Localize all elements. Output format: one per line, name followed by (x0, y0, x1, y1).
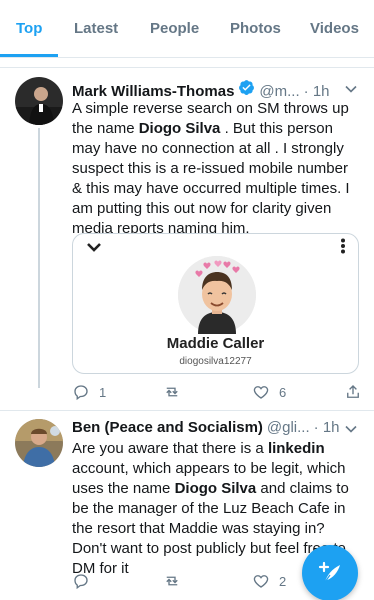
retweet-button[interactable] (163, 383, 190, 401)
divider (0, 410, 374, 411)
author-handle[interactable]: @m... (259, 83, 299, 100)
avatar[interactable] (15, 77, 63, 125)
card-title: Maddie Caller (166, 335, 265, 352)
active-tab-indicator (0, 54, 58, 57)
tab-videos[interactable]: Videos (310, 20, 359, 37)
like-button[interactable]: 2 (252, 572, 286, 590)
tweet-text-part: Are you aware that there is a (72, 440, 268, 457)
author-name[interactable]: Ben (Peace and Socialism) (72, 419, 263, 436)
share-icon (347, 385, 359, 398)
heart-icon (253, 386, 269, 399)
tweet-header: Ben (Peace and Socialism) @gli... · 1h (72, 419, 340, 436)
chevron-down-icon[interactable] (86, 240, 102, 258)
tweet-header: Mark Williams-Thomas @m... · 1h (72, 79, 330, 100)
reply-button[interactable] (72, 572, 99, 590)
like-count: 2 (279, 573, 287, 589)
retweet-icon (166, 387, 178, 397)
retweet-button[interactable] (163, 572, 190, 590)
highlighted-term: linkedin (267, 440, 325, 457)
retweet-icon (166, 576, 178, 586)
reply-icon (74, 385, 88, 401)
compose-tweet-icon (318, 561, 340, 583)
author-name[interactable]: Mark Williams-Thomas (72, 83, 234, 100)
share-button[interactable] (344, 383, 362, 401)
chevron-down-icon[interactable] (344, 422, 358, 436)
reply-button[interactable]: 1 (72, 383, 106, 401)
highlighted-term: Diogo Silva (174, 480, 257, 497)
highlighted-term: Diogo Silva (138, 120, 221, 137)
tab-latest[interactable]: Latest (74, 20, 118, 37)
reply-count: 1 (99, 384, 107, 400)
more-options-icon[interactable] (340, 238, 346, 254)
like-button[interactable]: 6 (252, 383, 286, 401)
tweet-time: · 1h (303, 83, 330, 100)
tweet-actions: 1 6 (72, 383, 362, 403)
avatar[interactable] (15, 419, 63, 467)
tab-top[interactable]: Top (16, 20, 42, 37)
chevron-down-icon[interactable] (344, 82, 358, 96)
tweet-text: A simple reverse search on SM throws up … (72, 99, 362, 239)
verified-badge-icon (238, 79, 255, 96)
bitmoji-avatar (178, 256, 256, 334)
divider (0, 67, 374, 68)
like-count: 6 (279, 384, 287, 400)
tab-people[interactable]: People (150, 20, 199, 37)
tweet-text-part: . But this person may have no connection… (72, 120, 350, 237)
search-tabs: Top Latest People Photos Videos (0, 0, 374, 58)
heart-icon (253, 575, 269, 588)
card-subtitle: diogosilva12277 (179, 356, 252, 367)
compose-tweet-button[interactable] (302, 545, 358, 600)
tweet-time: · 1h (313, 419, 340, 436)
thread-line (38, 128, 40, 388)
reply-icon (74, 574, 88, 590)
snapchat-card[interactable]: Maddie Caller diogosilva12277 (72, 233, 359, 374)
tab-photos[interactable]: Photos (230, 20, 281, 37)
author-handle[interactable]: @gli... (267, 419, 310, 436)
